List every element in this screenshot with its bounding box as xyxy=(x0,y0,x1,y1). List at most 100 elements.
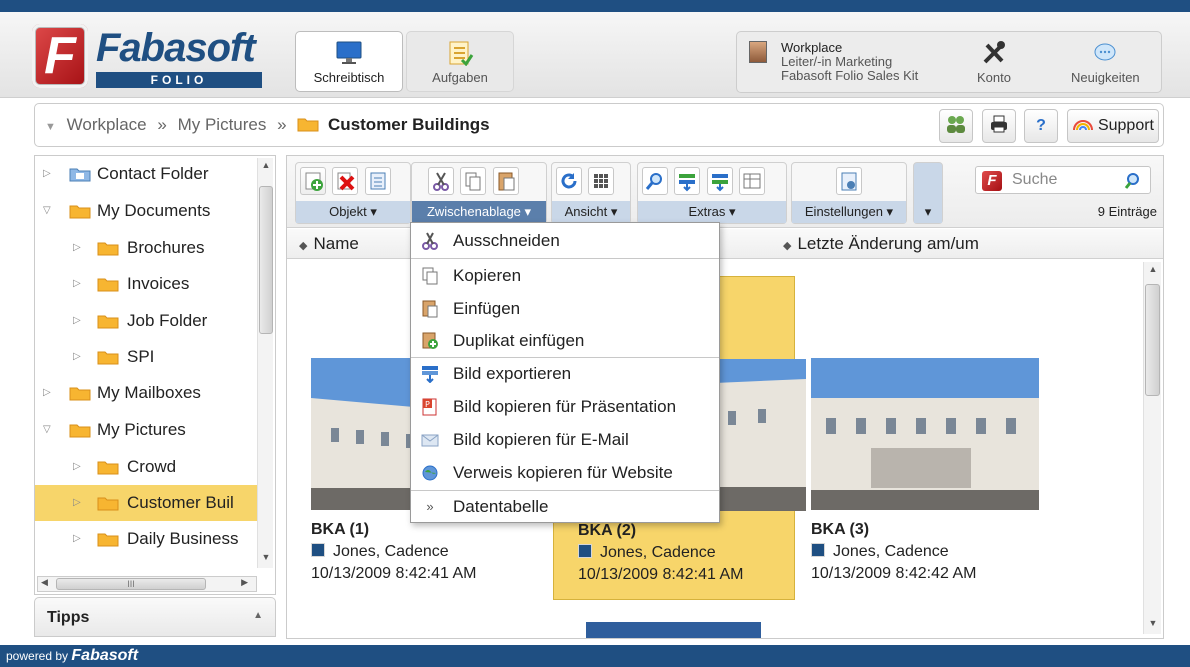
nav-aufgaben-button[interactable]: Aufgaben xyxy=(406,31,514,92)
content-vertical-scrollbar[interactable]: ▲ ▼ xyxy=(1143,262,1161,634)
menu-item-einfuegen[interactable]: Einfügen xyxy=(411,293,719,325)
menu-item-label: Bild kopieren für Präsentation xyxy=(453,397,677,416)
support-button[interactable]: Support xyxy=(1066,109,1159,143)
paste-icon[interactable] xyxy=(492,167,519,195)
menu-item-duplikat-einfuegen[interactable]: Duplikat einfügen xyxy=(411,325,719,357)
toolbar-zwischenablage-menu[interactable]: Zwischenablage ▾ xyxy=(412,201,546,223)
toolbar-extras-menu[interactable]: Extras ▾ xyxy=(638,201,786,223)
menu-item-bild-kopieren-email[interactable]: Bild kopieren für E-Mail xyxy=(411,424,719,456)
tree-item-label: Job Folder xyxy=(127,311,208,330)
breadcrumb-item-my-pictures[interactable]: My Pictures xyxy=(178,115,267,134)
tile-bka-3[interactable]: BKA (3) Jones, Cadence 10/13/2009 8:42:4… xyxy=(787,276,1039,600)
toolbar-ansicht-menu[interactable]: Ansicht ▾ xyxy=(552,201,630,223)
scroll-down-icon[interactable]: ▼ xyxy=(258,552,274,566)
expand-arrow-icon[interactable]: ▷ xyxy=(43,375,55,411)
scroll-up-icon[interactable]: ▲ xyxy=(1144,264,1162,278)
fabasoft-folio-logo[interactable]: F Fabasoft FOLIO xyxy=(32,24,264,90)
menu-item-label: Duplikat einfügen xyxy=(453,331,585,350)
scissors-icon[interactable] xyxy=(428,167,454,195)
toolbar-more-menu[interactable]: ▾ xyxy=(914,201,942,223)
expand-arrow-icon[interactable]: ▷ xyxy=(73,485,85,521)
copy-icon xyxy=(422,267,438,285)
neuigkeiten-button[interactable]: Neuigkeiten xyxy=(1071,40,1140,85)
expand-arrow-icon[interactable]: ▷ xyxy=(73,449,85,485)
sidebar-horizontal-scrollbar[interactable]: ◀ III ▶ xyxy=(37,576,257,592)
search-user-icon[interactable] xyxy=(1124,171,1144,191)
refresh-icon[interactable] xyxy=(556,167,582,195)
scroll-right-icon[interactable]: ▶ xyxy=(241,577,248,588)
footer-brand[interactable]: Fabasoft xyxy=(71,647,138,664)
double-chevron-down-icon: » xyxy=(426,499,434,514)
toolbar-objekt-menu[interactable]: Objekt ▾ xyxy=(296,201,410,223)
expand-up-icon[interactable]: ▲ xyxy=(253,610,263,621)
scroll-thumb[interactable] xyxy=(259,186,273,334)
menu-item-kopieren[interactable]: Kopieren xyxy=(411,260,719,292)
column-header-name[interactable]: ◆ Name xyxy=(299,234,359,254)
menu-item-datentabelle[interactable]: » Datentabelle xyxy=(411,491,719,523)
properties-icon[interactable] xyxy=(364,167,391,195)
settings-icon[interactable] xyxy=(836,167,862,195)
toolbar-icons xyxy=(836,167,864,197)
menu-item-verweis-kopieren-website[interactable]: Verweis kopieren für Website xyxy=(411,457,719,489)
print-button[interactable] xyxy=(981,109,1016,143)
collapse-arrow-icon[interactable]: ▽ xyxy=(43,412,55,448)
svg-text:P: P xyxy=(425,400,430,409)
toolbar-icons xyxy=(642,167,767,197)
scroll-thumb[interactable]: III xyxy=(56,578,206,590)
building-photo xyxy=(811,358,1039,510)
copy-icon[interactable] xyxy=(460,167,487,195)
scroll-up-icon[interactable]: ▲ xyxy=(258,160,274,174)
folder-icon xyxy=(69,424,91,438)
toolbar-einstellungen-menu[interactable]: Einstellungen ▾ xyxy=(792,201,906,223)
expand-arrow-icon[interactable]: ▷ xyxy=(73,266,85,302)
top-accent-bar xyxy=(0,0,1190,12)
user-icon xyxy=(311,543,325,557)
toolbar: Objekt ▾ Zwischenablage ▾ Ansicht ▾ Extr… xyxy=(287,156,1163,228)
export-icon xyxy=(422,366,438,383)
delete-icon[interactable] xyxy=(332,167,359,195)
tile-title: BKA (3) xyxy=(811,521,870,538)
menu-item-bild-kopieren-praesentation[interactable]: P Bild kopieren für Präsentation xyxy=(411,391,719,423)
search-box[interactable]: F Suche xyxy=(975,166,1151,194)
collapse-arrow-icon[interactable]: ▽ xyxy=(43,193,55,229)
column-header-modified[interactable]: ◆ Letzte Änderung am/um xyxy=(783,234,979,254)
nav-schreibtisch-button[interactable]: Schreibtisch xyxy=(295,31,403,92)
expand-arrow-icon[interactable]: ▷ xyxy=(73,521,85,557)
printer-icon xyxy=(990,115,1007,133)
scroll-left-icon[interactable]: ◀ xyxy=(41,577,48,588)
breadcrumb-item-workplace[interactable]: Workplace xyxy=(67,115,147,134)
owner-name: Jones, Cadence xyxy=(333,543,449,560)
paste-icon xyxy=(422,300,438,318)
grid-view-icon[interactable] xyxy=(588,167,615,195)
breadcrumb-dropdown-icon[interactable]: ▼ xyxy=(45,121,56,133)
import-icon[interactable] xyxy=(674,167,701,195)
scroll-thumb[interactable] xyxy=(1145,284,1160,396)
search-input[interactable]: Suche xyxy=(1012,171,1057,189)
expand-arrow-icon[interactable]: ▷ xyxy=(43,156,55,192)
next-tile-preview[interactable] xyxy=(586,622,761,638)
tools-icon xyxy=(983,41,1005,64)
export-icon[interactable] xyxy=(706,167,733,195)
sidebar-vertical-scrollbar[interactable]: ▲ ▼ xyxy=(257,158,273,568)
users-button[interactable] xyxy=(939,109,974,143)
workplace-panel[interactable]: Workplace Leiter/-in Marketing Fabasoft … xyxy=(736,31,1162,93)
tree-item-customer-buildings[interactable]: ▷ Customer Buil xyxy=(35,485,260,521)
folder-icon xyxy=(97,315,119,329)
new-object-icon[interactable] xyxy=(300,167,326,195)
breadcrumb-item-current: Customer Buildings xyxy=(328,115,490,134)
workplace-info: Workplace Leiter/-in Marketing Fabasoft … xyxy=(781,41,918,83)
help-button[interactable]: ? xyxy=(1024,109,1059,143)
table-icon[interactable] xyxy=(739,167,766,195)
konto-button[interactable]: Konto xyxy=(977,40,1011,85)
rainbow-icon xyxy=(1072,120,1093,131)
expand-arrow-icon[interactable]: ▷ xyxy=(73,230,85,266)
scroll-down-icon[interactable]: ▼ xyxy=(1144,618,1162,632)
tipps-panel[interactable]: Tipps ▲ xyxy=(34,597,276,637)
expand-arrow-icon[interactable]: ▷ xyxy=(73,339,85,375)
menu-item-ausschneiden[interactable]: Ausschneiden xyxy=(411,225,719,257)
magnifier-icon[interactable] xyxy=(642,167,668,195)
menu-item-bild-exportieren[interactable]: Bild exportieren xyxy=(411,358,719,390)
expand-arrow-icon[interactable]: ▷ xyxy=(73,303,85,339)
tile-meta: BKA (3) Jones, Cadence 10/13/2009 8:42:4… xyxy=(811,519,976,585)
tile-meta: BKA (2) Jones, Cadence 10/13/2009 8:42:4… xyxy=(578,520,743,586)
